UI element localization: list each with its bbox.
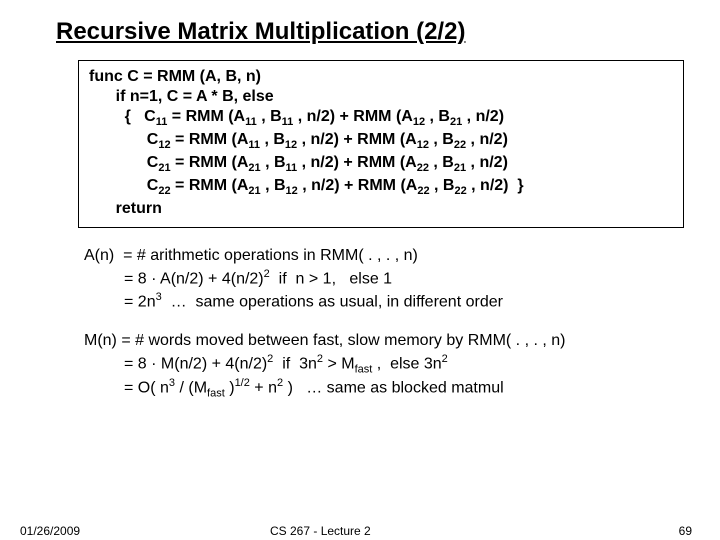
footer-course: CS 267 - Lecture 2 <box>270 524 371 538</box>
footer-page-number: 69 <box>679 524 692 538</box>
text-line: = 8 · A(n/2) + 4(n/2)2 if n > 1, else 1 <box>84 267 692 290</box>
code-block: func C = RMM (A, B, n) if n=1, C = A * B… <box>78 60 684 228</box>
code-line: C12 = RMM (A11 , B12 , n/2) + RMM (A12 ,… <box>89 130 673 153</box>
footer-date: 01/26/2009 <box>20 524 80 538</box>
memory-analysis: M(n) = # words moved between fast, slow … <box>84 331 692 401</box>
code-line: func C = RMM (A, B, n) <box>89 67 673 87</box>
text-line: = 2n3 … same operations as usual, in dif… <box>84 290 692 313</box>
text-line: = O( n3 / (Mfast )1/2 + n2 ) … same as b… <box>84 376 692 401</box>
code-line: if n=1, C = A * B, else <box>89 87 673 107</box>
code-line: C22 = RMM (A21 , B12 , n/2) + RMM (A22 ,… <box>89 176 673 199</box>
text-line: A(n) = # arithmetic operations in RMM( .… <box>84 246 692 267</box>
code-line: { C11 = RMM (A11 , B11 , n/2) + RMM (A12… <box>89 107 673 130</box>
code-line: return <box>89 199 673 219</box>
text-line: = 8 · M(n/2) + 4(n/2)2 if 3n2 > Mfast , … <box>84 352 692 377</box>
text-line: M(n) = # words moved between fast, slow … <box>84 331 692 352</box>
slide-title: Recursive Matrix Multiplication (2/2) <box>56 18 692 46</box>
code-line: C21 = RMM (A21 , B11 , n/2) + RMM (A22 ,… <box>89 153 673 176</box>
arithmetic-analysis: A(n) = # arithmetic operations in RMM( .… <box>84 246 692 313</box>
